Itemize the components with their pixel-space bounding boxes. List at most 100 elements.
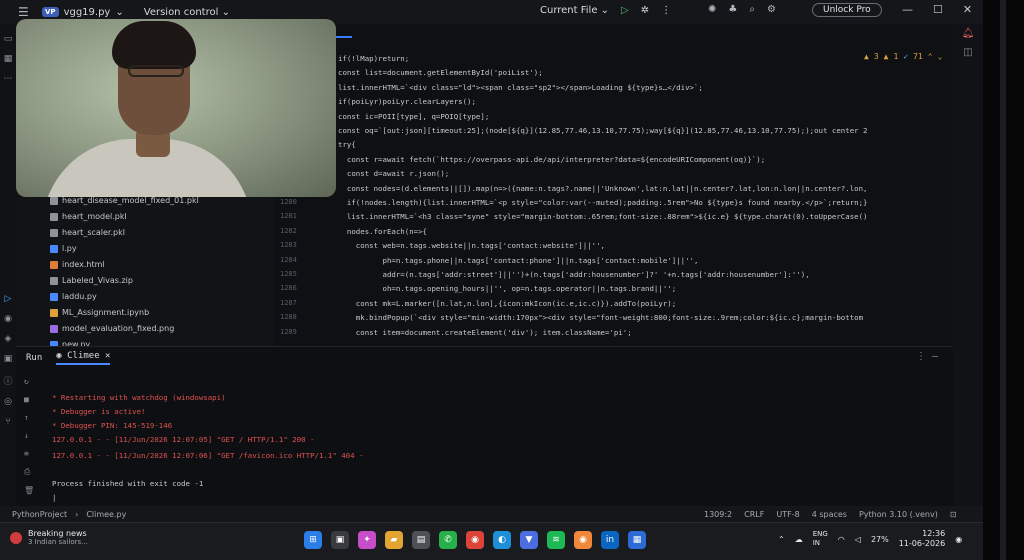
interpreter-selector[interactable]: Python 3.10 (.venv) <box>859 510 938 519</box>
vpn-icon[interactable]: ▼ <box>520 531 538 549</box>
list-item[interactable]: heart_model.pkl <box>50 212 127 221</box>
ai-chat-icon[interactable]: ◫ <box>963 47 972 58</box>
run-config-selector[interactable]: Current File ⌄ <box>540 5 609 16</box>
run-tool-icon[interactable]: ▷ <box>5 294 12 304</box>
code-line[interactable]: if(poiLyr)poiLyr.clearLayers(); <box>338 97 476 106</box>
code-line[interactable]: try{ <box>338 140 356 149</box>
code-line[interactable]: ph=n.tags.phone||n.tags['contact:phone']… <box>338 256 698 265</box>
chevron-up-icon[interactable]: ⌃ <box>778 535 785 544</box>
code-line[interactable]: oh=n.tags.opening_hours||'', op=n.tags.o… <box>338 284 676 293</box>
code-line[interactable]: const d=await r.json(); <box>338 169 449 178</box>
list-item[interactable]: heart_disease_model_fixed_01.pkl <box>50 196 199 205</box>
terminal-icon[interactable]: ▣ <box>4 354 13 364</box>
clock[interactable]: 12:36 11-06-2026 <box>899 529 946 549</box>
main-menu-icon[interactable]: ☰ <box>18 5 36 19</box>
more-icon[interactable]: ⋮ <box>661 5 671 16</box>
code-line[interactable]: const nodes=(d.elements||[]).map(n=>({na… <box>338 184 868 193</box>
scroll-up-icon[interactable]: ↑ <box>24 413 34 422</box>
minimize-icon[interactable]: — <box>902 3 913 16</box>
code-line[interactable]: if(!lMap)return; <box>338 54 409 63</box>
indent-setting[interactable]: 4 spaces <box>812 510 847 519</box>
code-line[interactable]: const oq=`[out:json][timeout:25];(node[$… <box>338 126 868 135</box>
list-item[interactable]: heart_scaler.pkl <box>50 228 125 237</box>
run-icon[interactable]: ▷ <box>621 5 629 16</box>
battery-level[interactable]: 27% <box>871 535 889 544</box>
code-line[interactable]: const mk=L.marker([n.lat,n.lon],{icon:mk… <box>338 299 676 308</box>
notification-center-icon[interactable]: ◉ <box>955 535 962 544</box>
code-line[interactable]: if(!nodes.length){list.innerHTML=`<p sty… <box>338 198 868 207</box>
code-line[interactable]: nodes.forEach(n=>{ <box>338 227 427 236</box>
news-widget[interactable]: Breaking news 3 Indian sailors... <box>10 529 88 546</box>
problems-icon[interactable]: ⓘ <box>3 374 12 387</box>
rerun-icon[interactable]: ↻ <box>24 377 34 386</box>
version-control-menu[interactable]: Version control ⌄ <box>144 7 230 18</box>
notifications-icon[interactable]: 🔔︎ <box>962 28 975 39</box>
task-view-icon[interactable]: ▣ <box>331 531 349 549</box>
list-item[interactable]: Labeled_Vivas.zip <box>50 276 133 285</box>
code-line[interactable]: const web=n.tags.website||n.tags['contac… <box>338 241 605 250</box>
more-tools-icon[interactable]: ⋯ <box>4 74 13 84</box>
list-item[interactable]: laddu.py <box>50 292 97 301</box>
project-selector[interactable]: VP vgg19.py ⌄ <box>42 7 124 18</box>
volume-icon[interactable]: ◁ <box>855 535 861 544</box>
settings-icon[interactable]: ⚙ <box>767 4 776 15</box>
caret-position[interactable]: 1309:2 <box>704 510 732 519</box>
python-console-icon[interactable]: ◈ <box>5 334 12 344</box>
search-icon[interactable]: ⌕ <box>749 4 755 15</box>
readonly-lock-icon[interactable]: ⊡ <box>950 510 957 519</box>
file-encoding[interactable]: UTF-8 <box>776 510 799 519</box>
ai-assistant-icon[interactable]: ✺ <box>708 4 716 15</box>
more-icon[interactable]: ⋮ — <box>916 351 938 362</box>
code-line[interactable]: mk.bindPopup(`<div style="min-width:170p… <box>338 313 863 322</box>
code-line[interactable]: list.innerHTML=`<div class="ld"><span cl… <box>338 83 703 92</box>
project-view-icon[interactable]: ▭ <box>4 34 13 44</box>
copilot-icon[interactable]: ✦ <box>358 531 376 549</box>
print-icon[interactable]: ⎙ <box>24 467 34 477</box>
onedrive-icon[interactable]: ☁ <box>795 535 803 544</box>
chevron-down-icon[interactable]: ⌄ <box>938 52 943 61</box>
list-item[interactable]: ML_Assignment.ipynb <box>50 308 149 317</box>
code-line[interactable]: list.innerHTML=`<h3 class="syne" style="… <box>338 212 868 221</box>
python-packages-icon[interactable]: ◉ <box>4 314 12 324</box>
chrome-icon[interactable]: ◉ <box>466 531 484 549</box>
spotify-icon[interactable]: ≋ <box>547 531 565 549</box>
run-tab-climee[interactable]: ◉ Climee ✕ <box>56 351 111 365</box>
chevron-up-icon[interactable]: ⌃ <box>928 52 933 61</box>
debug-icon[interactable]: ✲ <box>641 5 649 16</box>
edge-icon[interactable]: ◐ <box>493 531 511 549</box>
close-icon[interactable]: ✕ <box>963 3 972 16</box>
services-icon[interactable]: ◎ <box>4 397 12 407</box>
chrome-profile-icon[interactable]: ◉ <box>574 531 592 549</box>
code-line[interactable]: const ic=POII[type], q=POIQ[type]; <box>338 112 489 121</box>
delete-icon[interactable]: 🗑︎ <box>24 486 34 495</box>
language-indicator[interactable]: ENG IN <box>813 530 828 548</box>
maximize-icon[interactable]: ☐ <box>933 3 943 16</box>
breadcrumb-project[interactable]: PythonProject <box>12 510 67 519</box>
code-line[interactable]: const r=await fetch(`https://overpass-ap… <box>338 155 765 164</box>
wifi-icon[interactable]: ◠ <box>838 535 845 544</box>
linkedin-icon[interactable]: in <box>601 531 619 549</box>
soft-wrap-icon[interactable]: ≡ <box>24 449 34 458</box>
list-item[interactable]: model_evaluation_fixed.png <box>50 324 174 333</box>
breadcrumb-file[interactable]: Climee.py <box>86 510 126 519</box>
inspection-widget[interactable]: ▲ 3 ▲ 1 ✓ 71 ⌃ ⌄ <box>864 52 942 61</box>
stop-icon[interactable]: ■ <box>24 395 34 404</box>
code-line[interactable]: addr=(n.tags['addr:street']||'')+(n.tags… <box>338 270 809 279</box>
list-item[interactable]: index.html <box>50 260 105 269</box>
list-item[interactable]: l.py <box>50 244 77 253</box>
code-line[interactable]: const list=document.getElementById('poiL… <box>338 68 543 77</box>
scroll-down-icon[interactable]: ↓ <box>24 431 34 440</box>
unlock-pro-button[interactable]: Unlock Pro <box>812 3 882 17</box>
code-line[interactable]: const item=document.createElement('div')… <box>338 328 632 337</box>
pycharm-icon[interactable]: ▦ <box>628 531 646 549</box>
line-separator[interactable]: CRLF <box>744 510 764 519</box>
structure-icon[interactable]: ▦ <box>4 54 13 64</box>
store-icon[interactable]: ▤ <box>412 531 430 549</box>
webcam-overlay[interactable] <box>16 19 336 197</box>
start-icon[interactable]: ⊞ <box>304 531 322 549</box>
collab-icon[interactable]: ♣ <box>728 4 737 15</box>
file-explorer-icon[interactable]: ▰ <box>385 531 403 549</box>
code-editor[interactable]: ▲ 3 ▲ 1 ✓ 71 ⌃ ⌄ if(!lMap)return; const list… <box>274 24 953 346</box>
git-icon[interactable]: ⑂ <box>5 417 10 427</box>
whatsapp-icon[interactable]: ✆ <box>439 531 457 549</box>
